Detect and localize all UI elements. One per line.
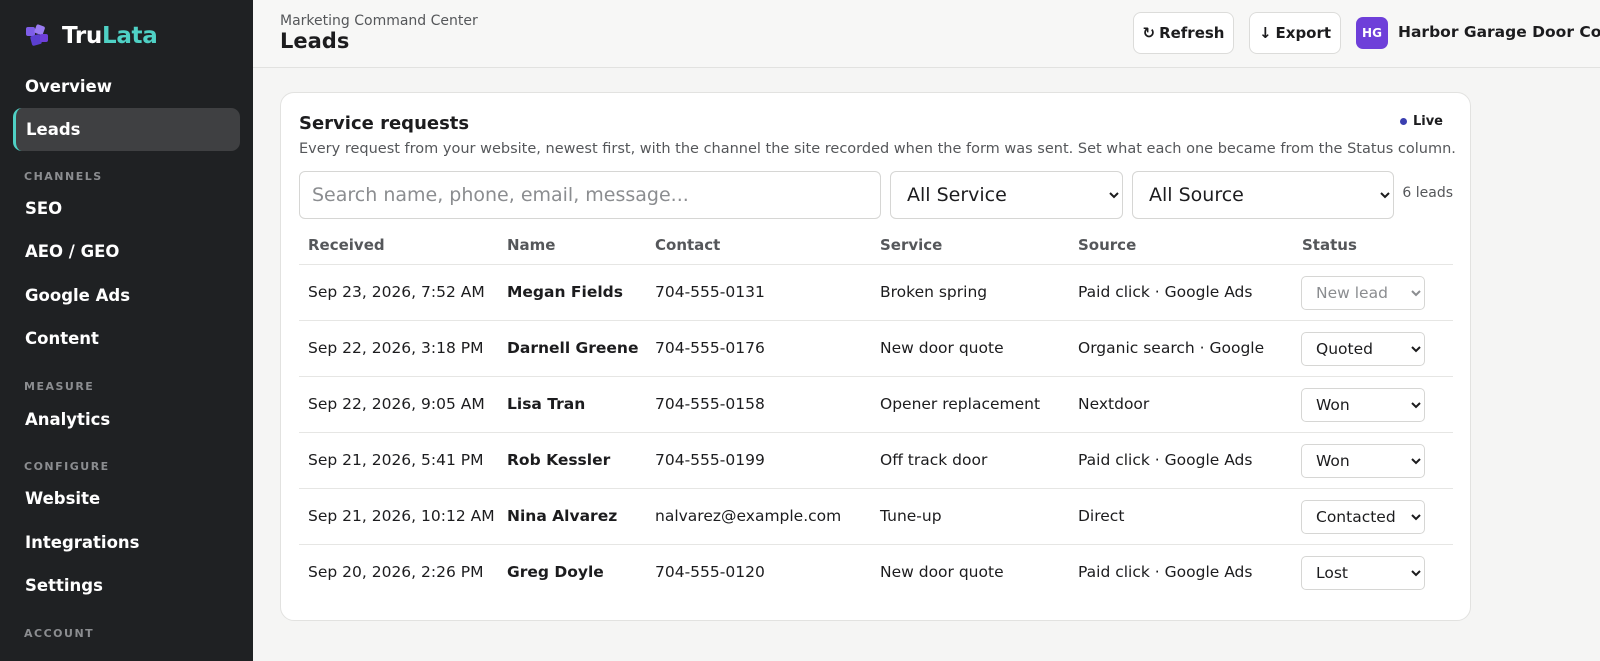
status-select[interactable]: New lead — [1301, 276, 1425, 310]
cell-contact[interactable]: 704-555-0158 — [655, 395, 765, 413]
sidebar-item-website[interactable]: Website — [13, 477, 240, 520]
status-select[interactable]: Contacted — [1301, 500, 1425, 534]
sidebar-item-seo[interactable]: SEO — [13, 187, 240, 230]
search-input[interactable] — [299, 171, 881, 219]
brand-name-part1: Tru — [62, 23, 102, 49]
cell-received: Sep 20, 2026, 2:26 PM — [308, 563, 484, 581]
brand-name-part2: Lata — [101, 23, 158, 49]
cell-name: Greg Doyle — [507, 563, 604, 581]
sidebar-item-settings[interactable]: Settings — [13, 564, 240, 607]
cell-name: Nina Alvarez — [507, 507, 618, 525]
logo-icon — [26, 24, 48, 46]
cell-source: Paid click · Google Ads — [1078, 451, 1253, 469]
company-name[interactable]: Harbor Garage Door Co. — [1398, 23, 1600, 41]
sidebar: TruLata Overview Leads CHANNELS SEO AEO … — [0, 0, 253, 661]
column-header-contact[interactable]: Contact — [655, 236, 720, 254]
top-header: Marketing Command Center Leads ↻ Refresh… — [253, 0, 1600, 68]
breadcrumb[interactable]: Marketing Command Center — [280, 13, 478, 29]
status-select[interactable]: Won — [1301, 444, 1425, 478]
table-row: Sep 21, 2026, 10:12 AM Nina Alvarez nalv… — [299, 489, 1453, 545]
brand[interactable]: TruLata — [23, 20, 158, 52]
live-dot-icon — [1399, 118, 1407, 125]
section-label-configure: CONFIGURE — [24, 460, 110, 473]
card-title: Service requests — [299, 113, 470, 134]
table-row: Sep 20, 2026, 2:26 PM Greg Doyle 704-555… — [299, 545, 1453, 601]
cell-name: Lisa Tran — [507, 395, 586, 413]
refresh-button-label: Refresh — [1159, 24, 1225, 42]
sidebar-item-integrations[interactable]: Integrations — [13, 521, 240, 564]
status-select[interactable]: Quoted — [1301, 332, 1425, 366]
sidebar-item-aeo-geo[interactable]: AEO / GEO — [13, 230, 240, 273]
card-description: Every request from your website, newest … — [299, 141, 1456, 157]
cell-received: Sep 23, 2026, 7:52 AM — [308, 283, 485, 301]
brand-name: TruLata — [62, 23, 158, 49]
cell-source: Paid click · Google Ads — [1078, 283, 1253, 301]
refresh-button[interactable]: ↻ Refresh — [1133, 12, 1234, 54]
service-filter-select[interactable]: All Service — [890, 171, 1123, 219]
column-header-received[interactable]: Received — [308, 236, 385, 254]
status-select[interactable]: Won — [1301, 388, 1425, 422]
sidebar-item-google-ads[interactable]: Google Ads — [13, 274, 240, 317]
cell-service: New door quote — [880, 563, 1004, 581]
refresh-icon: ↻ — [1142, 24, 1156, 42]
cell-service: Opener replacement — [880, 395, 1041, 413]
download-icon: ↓ — [1258, 24, 1272, 42]
cell-service: Off track door — [880, 451, 988, 469]
cell-received: Sep 22, 2026, 3:18 PM — [308, 339, 484, 357]
table-row: Sep 22, 2026, 3:18 PM Darnell Greene 704… — [299, 321, 1453, 377]
table-row: Sep 22, 2026, 9:05 AM Lisa Tran 704-555-… — [299, 377, 1453, 433]
sidebar-item-analytics[interactable]: Analytics — [13, 398, 240, 441]
cell-contact[interactable]: nalvarez@example.com — [655, 507, 841, 525]
cell-contact[interactable]: 704-555-0120 — [655, 563, 765, 581]
cell-received: Sep 22, 2026, 9:05 AM — [308, 395, 485, 413]
column-header-name[interactable]: Name — [507, 236, 555, 254]
cell-contact[interactable]: 704-555-0199 — [655, 451, 765, 469]
live-indicator: Live — [1399, 114, 1443, 129]
export-button[interactable]: ↓ Export — [1249, 12, 1341, 54]
cell-source: Organic search · Google — [1078, 339, 1265, 357]
column-header-service[interactable]: Service — [880, 236, 942, 254]
table-header: Received Name Contact Service Source Sta… — [299, 223, 1453, 265]
status-select[interactable]: Lost — [1301, 556, 1425, 590]
sidebar-item-leads[interactable]: Leads — [13, 108, 240, 151]
cell-contact[interactable]: 704-555-0176 — [655, 339, 765, 357]
section-label-channels: CHANNELS — [24, 170, 103, 183]
sidebar-item-content[interactable]: Content — [13, 317, 240, 360]
cell-received: Sep 21, 2026, 10:12 AM — [308, 507, 495, 525]
cell-name: Darnell Greene — [507, 339, 639, 357]
cell-source: Paid click · Google Ads — [1078, 563, 1253, 581]
column-header-status[interactable]: Status — [1302, 236, 1357, 254]
cell-contact[interactable]: 704-555-0131 — [655, 283, 765, 301]
section-label-account: ACCOUNT — [24, 627, 95, 640]
cell-service: Broken spring — [880, 283, 988, 301]
cell-service: New door quote — [880, 339, 1004, 357]
table-row: Sep 23, 2026, 7:52 AM Megan Fields 704-5… — [299, 265, 1453, 321]
export-button-label: Export — [1275, 24, 1332, 42]
cell-source: Nextdoor — [1078, 395, 1150, 413]
lead-count: 6 leads — [1402, 185, 1453, 201]
service-requests-card: Service requests Every request from your… — [280, 92, 1471, 621]
cell-service: Tune-up — [880, 507, 942, 525]
avatar[interactable]: HG — [1356, 17, 1388, 49]
cell-received: Sep 21, 2026, 5:41 PM — [308, 451, 484, 469]
cell-name: Rob Kessler — [507, 451, 611, 469]
cell-source: Direct — [1078, 507, 1125, 525]
column-header-source[interactable]: Source — [1078, 236, 1136, 254]
cell-name: Megan Fields — [507, 283, 623, 301]
page-title: Leads — [280, 29, 350, 53]
source-filter-select[interactable]: All Source — [1132, 171, 1394, 219]
sidebar-item-overview[interactable]: Overview — [13, 65, 240, 108]
section-label-measure: MEASURE — [24, 380, 95, 393]
live-label: Live — [1412, 114, 1443, 129]
table-row: Sep 21, 2026, 5:41 PM Rob Kessler 704-55… — [299, 433, 1453, 489]
